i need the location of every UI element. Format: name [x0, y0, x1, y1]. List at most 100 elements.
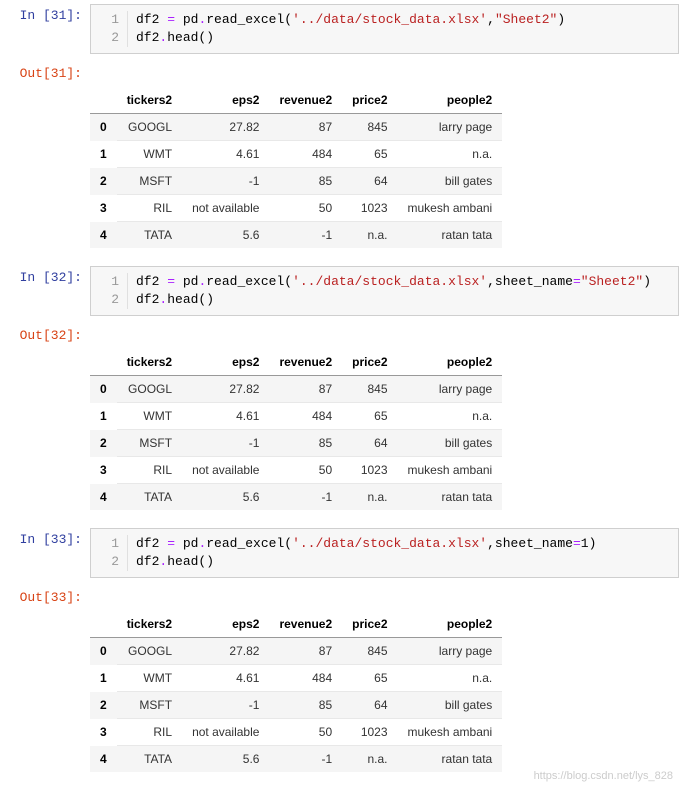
table-row: 3RILnot available501023mukesh ambani [90, 195, 502, 222]
dataframe-table: tickers2eps2revenue2price2people20GOOGL2… [90, 349, 502, 510]
code-area[interactable]: 12df2 = pd.read_excel('../data/stock_dat… [90, 266, 679, 316]
table-header: price2 [342, 87, 397, 114]
output-prompt-row: Out[33]: [0, 582, 679, 605]
table-cell: 484 [269, 665, 342, 692]
table-index: 3 [90, 457, 117, 484]
table-row: 2MSFT-18564bill gates [90, 692, 502, 719]
table-cell: 27.82 [182, 376, 269, 403]
input-cell: In [32]:12df2 = pd.read_excel('../data/s… [0, 262, 679, 320]
table-cell: 64 [342, 692, 397, 719]
table-header: tickers2 [117, 611, 182, 638]
table-cell: ratan tata [398, 484, 503, 511]
line-gutter: 12 [91, 11, 128, 47]
table-cell: MSFT [117, 168, 182, 195]
table-cell: 27.82 [182, 638, 269, 665]
table-cell: 64 [342, 430, 397, 457]
table-cell: 87 [269, 114, 342, 141]
table-cell: 65 [342, 665, 397, 692]
table-row: 0GOOGL27.8287845larry page [90, 638, 502, 665]
table-row: 0GOOGL27.8287845larry page [90, 376, 502, 403]
table-cell: RIL [117, 719, 182, 746]
table-index: 1 [90, 665, 117, 692]
input-prompt: In [33]: [0, 524, 90, 547]
code-content[interactable]: df2 = pd.read_excel('../data/stock_data.… [128, 535, 596, 571]
table-header: price2 [342, 611, 397, 638]
table-index: 0 [90, 638, 117, 665]
code-area[interactable]: 12df2 = pd.read_excel('../data/stock_dat… [90, 528, 679, 578]
table-cell: RIL [117, 195, 182, 222]
table-cell: larry page [398, 114, 503, 141]
table-cell: MSFT [117, 430, 182, 457]
table-cell: MSFT [117, 692, 182, 719]
table-cell: WMT [117, 141, 182, 168]
table-cell: 1023 [342, 457, 397, 484]
table-cell: not available [182, 719, 269, 746]
table-cell: mukesh ambani [398, 195, 503, 222]
code-content[interactable]: df2 = pd.read_excel('../data/stock_data.… [128, 11, 565, 47]
table-row: 4TATA5.6-1n.a.ratan tata [90, 484, 502, 511]
line-gutter: 12 [91, 273, 128, 309]
table-cell: 845 [342, 638, 397, 665]
table-cell: ratan tata [398, 746, 503, 773]
table-header: revenue2 [269, 87, 342, 114]
table-cell: 65 [342, 141, 397, 168]
table-cell: TATA [117, 222, 182, 249]
table-index: 1 [90, 403, 117, 430]
table-cell: 5.6 [182, 484, 269, 511]
table-header: tickers2 [117, 349, 182, 376]
table-cell: n.a. [342, 746, 397, 773]
table-cell: -1 [182, 430, 269, 457]
table-cell: not available [182, 195, 269, 222]
table-index: 2 [90, 692, 117, 719]
table-cell: larry page [398, 638, 503, 665]
table-row: 4TATA5.6-1n.a.ratan tata [90, 746, 502, 773]
table-cell: -1 [182, 692, 269, 719]
table-cell: n.a. [398, 665, 503, 692]
table-cell: 50 [269, 195, 342, 222]
output-area: tickers2eps2revenue2price2people20GOOGL2… [90, 81, 679, 262]
table-index: 0 [90, 114, 117, 141]
table-cell: 845 [342, 114, 397, 141]
table-cell: 845 [342, 376, 397, 403]
table-header: revenue2 [269, 349, 342, 376]
dataframe-table: tickers2eps2revenue2price2people20GOOGL2… [90, 611, 502, 772]
table-row: 1WMT4.6148465n.a. [90, 403, 502, 430]
table-cell: 87 [269, 376, 342, 403]
table-cell: n.a. [398, 403, 503, 430]
table-cell: WMT [117, 403, 182, 430]
table-index: 3 [90, 195, 117, 222]
table-header: revenue2 [269, 611, 342, 638]
code-area[interactable]: 12df2 = pd.read_excel('../data/stock_dat… [90, 4, 679, 54]
table-index: 1 [90, 141, 117, 168]
table-index: 4 [90, 746, 117, 773]
input-prompt: In [31]: [0, 0, 90, 23]
table-cell: GOOGL [117, 638, 182, 665]
table-cell: 484 [269, 403, 342, 430]
table-row: 1WMT4.6148465n.a. [90, 141, 502, 168]
output-prompt: Out[33]: [0, 582, 90, 605]
table-cell: 85 [269, 168, 342, 195]
table-index: 4 [90, 484, 117, 511]
code-content[interactable]: df2 = pd.read_excel('../data/stock_data.… [128, 273, 651, 309]
table-cell: mukesh ambani [398, 719, 503, 746]
table-cell: -1 [182, 168, 269, 195]
table-index: 2 [90, 430, 117, 457]
table-header: eps2 [182, 611, 269, 638]
output-prompt: Out[31]: [0, 58, 90, 81]
table-cell: 1023 [342, 195, 397, 222]
output-prompt-row: Out[31]: [0, 58, 679, 81]
table-cell: -1 [269, 746, 342, 773]
table-row: 4TATA5.6-1n.a.ratan tata [90, 222, 502, 249]
table-cell: n.a. [342, 222, 397, 249]
table-header: eps2 [182, 349, 269, 376]
table-index: 0 [90, 376, 117, 403]
table-cell: bill gates [398, 168, 503, 195]
output-area: tickers2eps2revenue2price2people20GOOGL2… [90, 605, 679, 786]
table-cell: ratan tata [398, 222, 503, 249]
table-row: 2MSFT-18564bill gates [90, 168, 502, 195]
table-cell: 27.82 [182, 114, 269, 141]
table-cell: n.a. [342, 484, 397, 511]
line-gutter: 12 [91, 535, 128, 571]
table-cell: 5.6 [182, 222, 269, 249]
table-header: price2 [342, 349, 397, 376]
